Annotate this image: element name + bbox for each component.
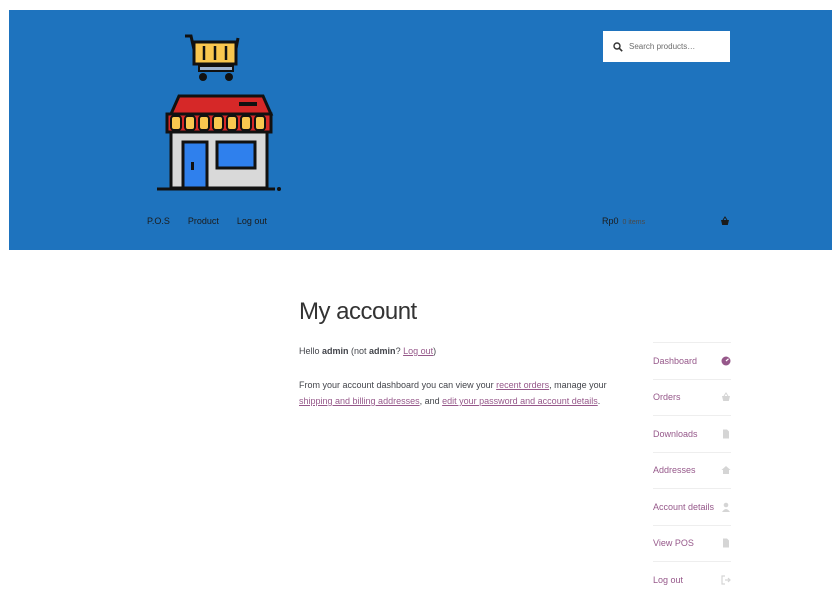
store-logo[interactable]: [151, 32, 283, 194]
sign-out-icon: [721, 575, 731, 585]
header-cart[interactable]: Rp0 0 items: [602, 216, 645, 226]
cart-count: 0 items: [622, 219, 646, 226]
search-box[interactable]: Search products…: [603, 31, 730, 62]
account-navigation: Dashboard Orders Downloads Addresses Acc…: [653, 342, 731, 592]
basket-icon[interactable]: [720, 216, 730, 226]
page-title: My account: [299, 298, 417, 325]
cart-amount: Rp0: [602, 216, 619, 226]
basket-icon: [722, 392, 730, 402]
logout-link[interactable]: Log out: [403, 346, 433, 356]
nav-item-pos[interactable]: P.O.S: [147, 216, 170, 226]
user-icon: [722, 502, 730, 512]
search-icon: [613, 41, 623, 52]
primary-nav: P.O.S Product Log out: [147, 216, 285, 226]
account-nav-account-details[interactable]: Account details: [653, 489, 731, 526]
site-header: Search products… P.O.S Product Log out R…: [9, 10, 832, 250]
search-input[interactable]: Search products…: [629, 42, 695, 51]
username-repeat: admin: [369, 346, 396, 356]
file-icon: [723, 429, 729, 439]
home-icon: [721, 466, 731, 475]
account-nav-view-pos[interactable]: View POS: [653, 526, 731, 562]
account-nav-downloads[interactable]: Downloads: [653, 416, 731, 453]
recent-orders-link[interactable]: recent orders: [496, 380, 549, 390]
nav-item-product[interactable]: Product: [188, 216, 219, 226]
account-nav-dashboard[interactable]: Dashboard: [653, 343, 731, 380]
dashboard-description: From your account dashboard you can view…: [299, 380, 607, 406]
dashboard-icon: [721, 356, 731, 366]
account-nav-logout[interactable]: Log out: [653, 562, 731, 592]
addresses-link[interactable]: shipping and billing addresses: [299, 396, 420, 406]
account-nav-addresses[interactable]: Addresses: [653, 453, 731, 489]
nav-item-logout[interactable]: Log out: [237, 216, 267, 226]
cart-logo-icon: [185, 34, 240, 81]
account-details-link[interactable]: edit your password and account details: [442, 396, 598, 406]
file-icon: [723, 538, 729, 548]
account-nav-orders[interactable]: Orders: [653, 380, 731, 416]
username: admin: [322, 346, 349, 356]
hello-message: Hello admin (not admin? Log out): [299, 346, 437, 356]
